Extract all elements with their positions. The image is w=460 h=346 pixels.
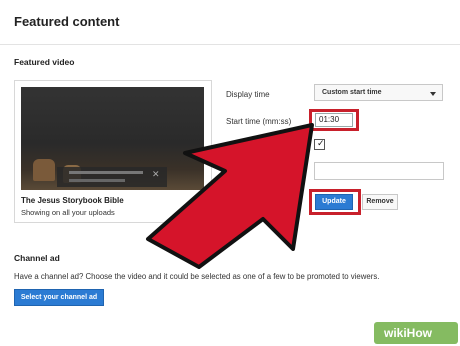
thumbnail-figure bbox=[33, 159, 55, 181]
start-time-input[interactable]: 01:30 bbox=[315, 113, 353, 127]
update-button[interactable]: Update bbox=[315, 194, 353, 210]
remove-button[interactable]: Remove bbox=[362, 194, 398, 210]
video-subtitle: Showing on all your uploads bbox=[21, 208, 115, 217]
thumbnail-overlay bbox=[57, 167, 167, 187]
card-header: Featured content bbox=[0, 0, 460, 45]
featured-content-card: Featured content Featured video ✕ The Je… bbox=[0, 0, 460, 346]
watermark-logo: wikiHow bbox=[374, 322, 458, 344]
display-time-select[interactable]: Custom start time bbox=[314, 84, 443, 101]
video-title: The Jesus Storybook Bible bbox=[21, 196, 124, 205]
thumbnail-overlay-line bbox=[69, 179, 125, 182]
page-title: Featured content bbox=[14, 14, 120, 29]
channel-ad-heading: Channel ad bbox=[14, 253, 60, 263]
featured-video-panel[interactable]: ✕ The Jesus Storybook Bible Showing on a… bbox=[14, 80, 212, 223]
option-checkbox[interactable]: ✓ bbox=[314, 138, 325, 150]
start-time-label: Start time (mm:ss) bbox=[226, 117, 292, 126]
close-icon[interactable]: ✕ bbox=[152, 169, 160, 180]
chevron-down-icon bbox=[430, 92, 436, 96]
watermark-text: wikiHow bbox=[384, 326, 433, 340]
featured-video-heading: Featured video bbox=[14, 57, 75, 67]
text-field[interactable] bbox=[314, 162, 444, 180]
thumbnail-overlay-line bbox=[69, 171, 143, 174]
display-time-label: Display time bbox=[226, 90, 270, 99]
select-channel-ad-button[interactable]: Select your channel ad bbox=[14, 289, 104, 306]
video-thumbnail[interactable]: ✕ bbox=[21, 87, 204, 190]
check-icon: ✓ bbox=[317, 138, 325, 148]
channel-ad-description: Have a channel ad? Choose the video and … bbox=[14, 272, 380, 281]
display-time-value: Custom start time bbox=[322, 89, 382, 96]
